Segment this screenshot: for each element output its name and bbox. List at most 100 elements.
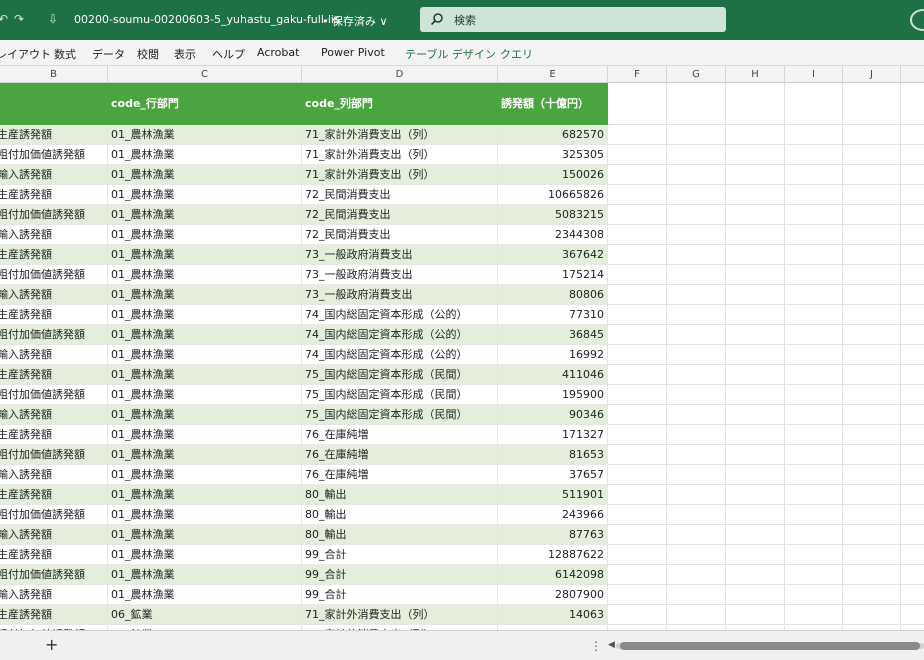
grid-cell[interactable] (726, 465, 785, 485)
grid-cell[interactable] (726, 265, 785, 285)
grid-cell[interactable] (608, 565, 667, 585)
grid-cell[interactable] (726, 365, 785, 385)
redo-icon[interactable]: ↷ (14, 12, 24, 26)
column-header-f[interactable]: F (608, 66, 667, 83)
grid-cell[interactable] (726, 445, 785, 465)
grid-cell[interactable] (667, 545, 726, 565)
cell-amount[interactable]: 12887622 (498, 545, 608, 565)
grid-cell[interactable] (901, 365, 924, 385)
grid-cell[interactable] (785, 225, 843, 245)
cell-type[interactable]: 粗付加価値誘発額 (0, 205, 108, 225)
cell-code-row[interactable]: 01_農林漁業 (108, 165, 302, 185)
grid-cell[interactable] (843, 425, 901, 445)
grid-cell[interactable] (901, 605, 924, 625)
grid-cell[interactable] (843, 405, 901, 425)
cell-amount[interactable]: 150026 (498, 165, 608, 185)
grid-cell[interactable] (726, 505, 785, 525)
grid-cell[interactable] (667, 465, 726, 485)
grid-cell[interactable] (608, 145, 667, 165)
cell-amount[interactable]: 5083215 (498, 205, 608, 225)
cell-code-row[interactable]: 01_農林漁業 (108, 285, 302, 305)
cell-code-row[interactable]: 01_農林漁業 (108, 505, 302, 525)
grid-cell[interactable] (726, 305, 785, 325)
grid-cell[interactable] (843, 585, 901, 605)
grid-cell[interactable] (843, 83, 901, 125)
grid-cell[interactable] (667, 405, 726, 425)
grid-cell[interactable] (901, 305, 924, 325)
cell-code-column[interactable]: 80_輸出 (302, 485, 498, 505)
grid-cell[interactable] (608, 285, 667, 305)
tab-table-design[interactable]: テーブル デザイン (405, 46, 496, 62)
add-sheet-button[interactable]: + (45, 635, 58, 654)
grid-cell[interactable] (901, 405, 924, 425)
cell-type[interactable]: 生産誘発額 (0, 245, 108, 265)
grid-cell[interactable] (667, 585, 726, 605)
cell-amount[interactable]: 77310 (498, 305, 608, 325)
grid-cell[interactable] (843, 125, 901, 145)
tab-review[interactable]: 校閲 (137, 46, 159, 62)
tab-query[interactable]: クエリ (500, 46, 533, 62)
grid-cell[interactable] (843, 345, 901, 365)
grid-cell[interactable] (843, 325, 901, 345)
grid-cell[interactable] (726, 245, 785, 265)
cell-type[interactable]: 粗付加価値誘発額 (0, 265, 108, 285)
grid-cell[interactable] (843, 605, 901, 625)
cell-amount[interactable]: 16992 (498, 345, 608, 365)
cell-amount[interactable]: 80806 (498, 285, 608, 305)
cell-code-row[interactable]: 01_農林漁業 (108, 485, 302, 505)
cell-type[interactable]: 輸入誘発額 (0, 405, 108, 425)
cell-code-column[interactable]: 76_在庫純増 (302, 425, 498, 445)
grid-cell[interactable] (608, 405, 667, 425)
grid-cell[interactable] (667, 305, 726, 325)
grid-cell[interactable] (667, 365, 726, 385)
grid-cell[interactable] (901, 485, 924, 505)
grid-cell[interactable] (785, 605, 843, 625)
grid-cell[interactable] (667, 605, 726, 625)
grid-cell[interactable] (785, 345, 843, 365)
grid-cell[interactable] (785, 125, 843, 145)
grid-cell[interactable] (785, 545, 843, 565)
grid-cell[interactable] (901, 245, 924, 265)
grid-cell[interactable] (667, 505, 726, 525)
cell-code-column[interactable]: 80_輸出 (302, 505, 498, 525)
grid-cell[interactable] (843, 385, 901, 405)
grid-cell[interactable] (901, 585, 924, 605)
grid-cell[interactable] (726, 525, 785, 545)
grid-cell[interactable] (901, 385, 924, 405)
cell-code-column[interactable]: 73_一般政府消費支出 (302, 265, 498, 285)
cell-type[interactable]: 輸入誘発額 (0, 525, 108, 545)
grid-cell[interactable] (608, 525, 667, 545)
cell-amount[interactable]: 367642 (498, 245, 608, 265)
customize-toolbar-icon[interactable]: ⇩ (48, 12, 58, 26)
cell-code-column[interactable]: 99_合計 (302, 545, 498, 565)
cell-type[interactable]: 生産誘発額 (0, 125, 108, 145)
cell-code-column[interactable]: 71_家計外消費支出（列） (302, 145, 498, 165)
grid-cell[interactable] (785, 585, 843, 605)
cell-code-row[interactable]: 01_農林漁業 (108, 565, 302, 585)
grid-cell[interactable] (901, 465, 924, 485)
cell-amount[interactable]: 171327 (498, 425, 608, 445)
cell-code-row[interactable]: 01_農林漁業 (108, 545, 302, 565)
tab-acrobat[interactable]: Acrobat (257, 46, 299, 59)
grid-cell[interactable] (843, 285, 901, 305)
tab-help[interactable]: ヘルプ (212, 46, 245, 62)
cell-type[interactable]: 粗付加価値誘発額 (0, 565, 108, 585)
grid-cell[interactable] (901, 285, 924, 305)
cell-code-column[interactable]: 73_一般政府消費支出 (302, 285, 498, 305)
cell-code-row[interactable]: 01_農林漁業 (108, 385, 302, 405)
cell-code-row[interactable]: 01_農林漁業 (108, 265, 302, 285)
grid-cell[interactable] (901, 545, 924, 565)
cell-code-row[interactable]: 01_農林漁業 (108, 525, 302, 545)
cell-code-row[interactable]: 01_農林漁業 (108, 205, 302, 225)
grid-cell[interactable] (843, 525, 901, 545)
cell-amount[interactable]: 14063 (498, 605, 608, 625)
grid-cell[interactable] (785, 285, 843, 305)
cell-type[interactable]: 生産誘発額 (0, 185, 108, 205)
grid-cell[interactable] (843, 145, 901, 165)
grid-cell[interactable] (667, 205, 726, 225)
cell-type[interactable]: 生産誘発額 (0, 425, 108, 445)
cell-code-row[interactable]: 01_農林漁業 (108, 425, 302, 445)
grid-cell[interactable] (785, 505, 843, 525)
grid-cell[interactable] (667, 165, 726, 185)
cell-code-column[interactable]: 71_家計外消費支出（列） (302, 605, 498, 625)
